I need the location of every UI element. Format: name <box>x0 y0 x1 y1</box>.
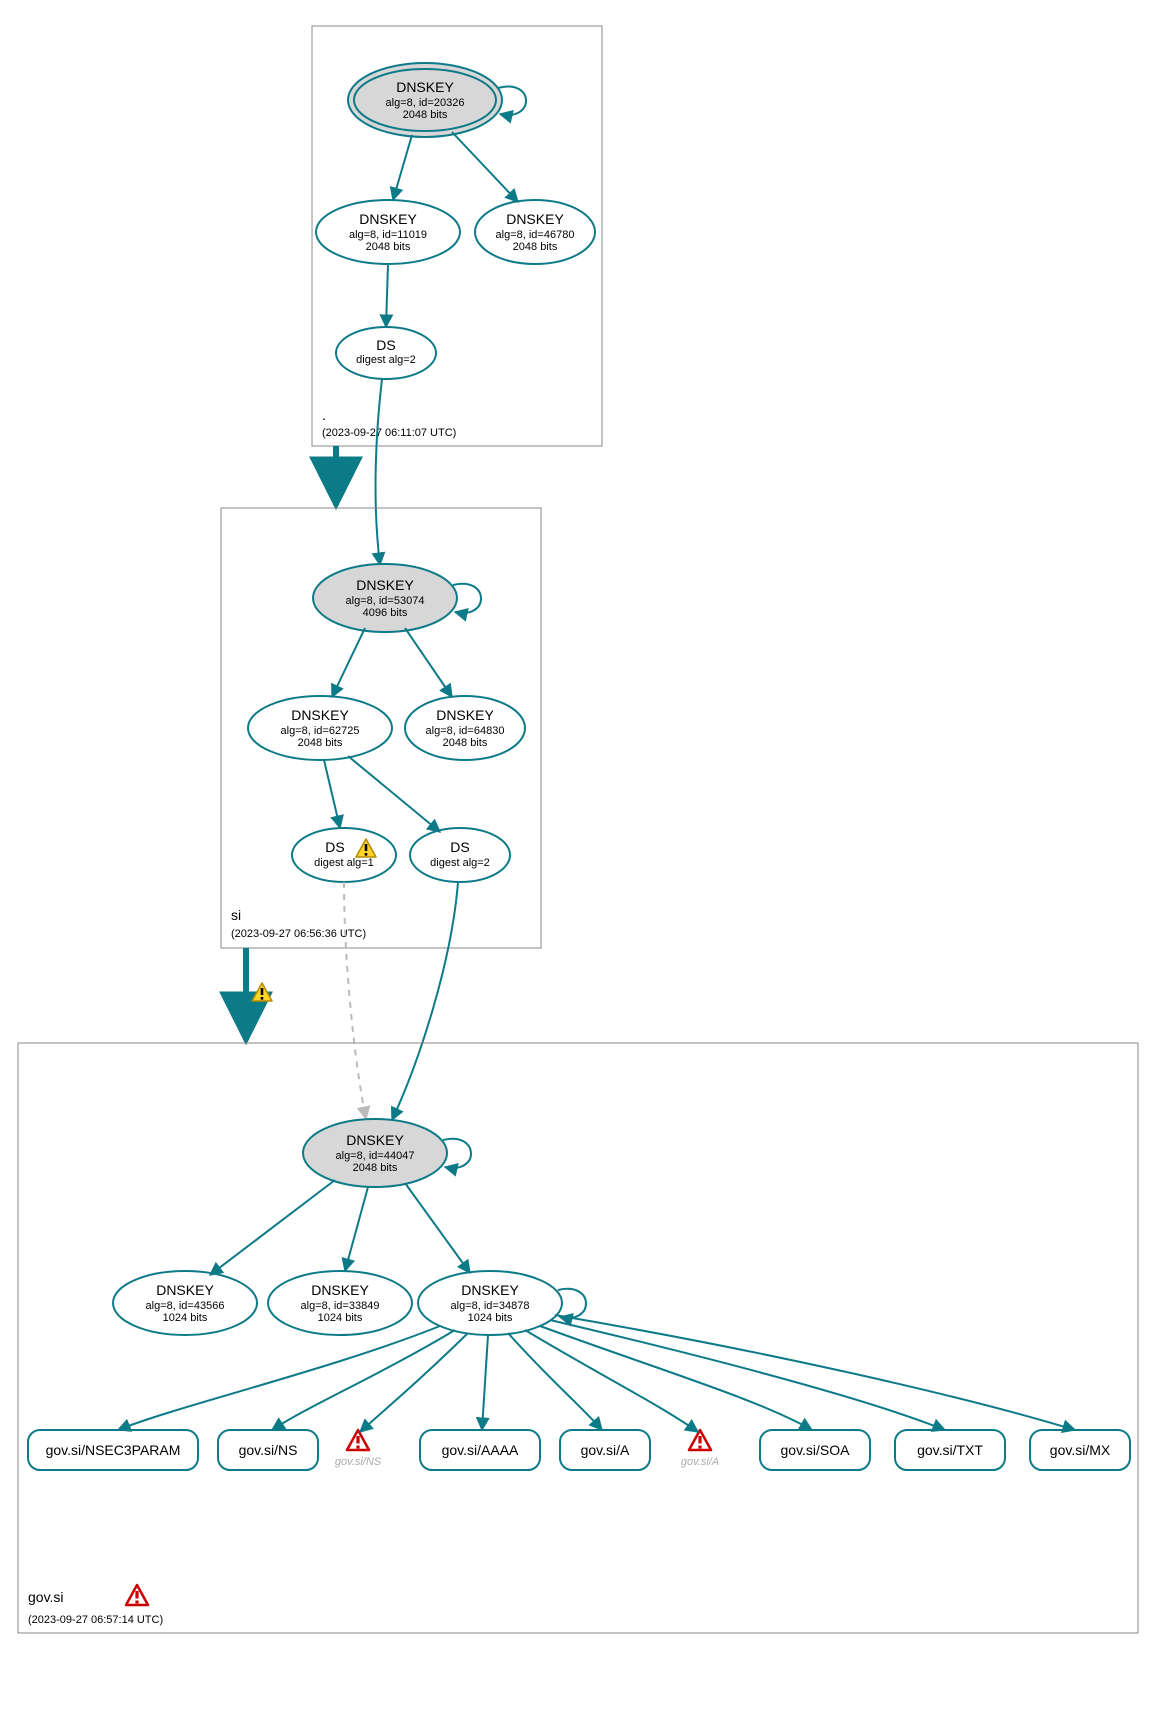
svg-text:DNSKEY: DNSKEY <box>436 707 494 723</box>
svg-text:gov.si/NSEC3PARAM: gov.si/NSEC3PARAM <box>46 1442 181 1458</box>
svg-text:alg=8, id=20326: alg=8, id=20326 <box>386 97 465 109</box>
svg-text:gov.si/A: gov.si/A <box>581 1442 630 1458</box>
svg-text:gov.si/AAAA: gov.si/AAAA <box>442 1442 519 1458</box>
svg-text:alg=8, id=62725: alg=8, id=62725 <box>281 725 360 737</box>
error-icon <box>689 1430 711 1450</box>
edge-govksk-z3 <box>405 1183 470 1273</box>
svg-text:gov.si/NS: gov.si/NS <box>335 1456 382 1468</box>
edge-ds1-broken <box>344 882 366 1119</box>
node-si-zsk2[interactable]: DNSKEY alg=8, id=64830 2048 bits <box>405 696 525 760</box>
edge-ds-to-si-ksk <box>376 379 382 565</box>
svg-text:DNSKEY: DNSKEY <box>461 1282 519 1298</box>
svg-text:DNSKEY: DNSKEY <box>346 1132 404 1148</box>
svg-text:DNSKEY: DNSKEY <box>311 1282 369 1298</box>
edge-sizsk1-ds2 <box>348 756 440 832</box>
svg-text:2048 bits: 2048 bits <box>366 241 411 253</box>
svg-text:alg=8, id=43566: alg=8, id=43566 <box>146 1300 225 1312</box>
svg-text:gov.si/A: gov.si/A <box>681 1456 719 1468</box>
svg-text:DS: DS <box>450 839 469 855</box>
zone-si: si (2023-09-27 06:56:36 UTC) DNSKEY alg=… <box>221 508 541 948</box>
node-gov-ksk[interactable]: DNSKEY alg=8, id=44047 2048 bits <box>303 1119 447 1187</box>
svg-text:alg=8, id=46780: alg=8, id=46780 <box>496 229 575 241</box>
node-si-ds2[interactable]: DS digest alg=2 <box>410 828 510 882</box>
zone-root-name: . <box>322 407 326 423</box>
edge-rootksk-zsk2 <box>452 132 518 202</box>
svg-text:1024 bits: 1024 bits <box>163 1312 208 1324</box>
edge-siksk-zsk1 <box>332 628 365 697</box>
svg-text:2048 bits: 2048 bits <box>513 241 558 253</box>
svg-text:alg=8, id=44047: alg=8, id=44047 <box>336 1150 415 1162</box>
rr-ns[interactable]: gov.si/NS <box>218 1430 318 1470</box>
zone-root: . (2023-09-27 06:11:07 UTC) DNSKEY alg=8… <box>312 26 602 446</box>
rr-aaaa[interactable]: gov.si/AAAA <box>420 1430 540 1470</box>
edge-govksk-z1 <box>210 1180 335 1275</box>
svg-text:gov.si/SOA: gov.si/SOA <box>781 1442 851 1458</box>
edge-rootksk-zsk1 <box>393 135 412 200</box>
error-icon <box>126 1585 148 1605</box>
zone-si-name: si <box>231 907 241 923</box>
svg-text:alg=8, id=11019: alg=8, id=11019 <box>349 229 427 241</box>
svg-text:alg=8, id=33849: alg=8, id=33849 <box>301 1300 380 1312</box>
svg-text:1024 bits: 1024 bits <box>318 1312 363 1324</box>
svg-text:DS: DS <box>325 839 344 855</box>
svg-text:1024 bits: 1024 bits <box>468 1312 513 1324</box>
zone-gov-name: gov.si <box>28 1589 64 1605</box>
svg-text:2048 bits: 2048 bits <box>443 737 488 749</box>
rr-txt[interactable]: gov.si/TXT <box>895 1430 1005 1470</box>
svg-text:DNSKEY: DNSKEY <box>356 577 414 593</box>
edge-ds2-to-govksk <box>392 882 458 1120</box>
svg-text:alg=8, id=64830: alg=8, id=64830 <box>426 725 505 737</box>
edge-zsk1-ds <box>386 264 388 327</box>
svg-text:DNSKEY: DNSKEY <box>291 707 349 723</box>
node-root-zsk2[interactable]: DNSKEY alg=8, id=46780 2048 bits <box>475 200 595 264</box>
svg-text:digest alg=1: digest alg=1 <box>314 857 374 869</box>
node-si-ds1[interactable]: DS digest alg=1 <box>292 828 396 882</box>
svg-text:gov.si/MX: gov.si/MX <box>1050 1442 1111 1458</box>
node-si-zsk1[interactable]: DNSKEY alg=8, id=62725 2048 bits <box>248 696 392 760</box>
edge-govksk-z2 <box>345 1187 368 1271</box>
edge-sizsk1-ds1 <box>324 760 340 828</box>
svg-text:DNSKEY: DNSKEY <box>156 1282 214 1298</box>
svg-text:2048 bits: 2048 bits <box>403 109 448 121</box>
svg-text:DNSKEY: DNSKEY <box>359 211 417 227</box>
zone-root-ts: (2023-09-27 06:11:07 UTC) <box>322 427 456 439</box>
node-si-ksk[interactable]: DNSKEY alg=8, id=53074 4096 bits <box>313 564 457 632</box>
svg-text:digest alg=2: digest alg=2 <box>356 354 416 366</box>
zone-gov: gov.si (2023-09-27 06:57:14 UTC) DNSKEY … <box>18 1043 1138 1633</box>
rr-soa[interactable]: gov.si/SOA <box>760 1430 870 1470</box>
svg-text:digest alg=2: digest alg=2 <box>430 857 490 869</box>
svg-text:4096 bits: 4096 bits <box>363 607 408 619</box>
neg-ns[interactable]: gov.si/NS <box>335 1430 382 1468</box>
node-gov-zsk2[interactable]: DNSKEY alg=8, id=33849 1024 bits <box>268 1271 412 1335</box>
edge-siksk-zsk2 <box>405 628 452 697</box>
svg-text:2048 bits: 2048 bits <box>353 1162 398 1174</box>
zone-gov-ts: (2023-09-27 06:57:14 UTC) <box>28 1614 163 1626</box>
rr-mx[interactable]: gov.si/MX <box>1030 1430 1130 1470</box>
svg-text:2048 bits: 2048 bits <box>298 737 343 749</box>
node-gov-zsk1[interactable]: DNSKEY alg=8, id=43566 1024 bits <box>113 1271 257 1335</box>
warning-icon <box>252 983 272 1001</box>
rr-a[interactable]: gov.si/A <box>560 1430 650 1470</box>
error-icon <box>347 1430 369 1450</box>
svg-text:gov.si/TXT: gov.si/TXT <box>917 1442 983 1458</box>
node-root-ds[interactable]: DS digest alg=2 <box>336 327 436 379</box>
svg-text:DNSKEY: DNSKEY <box>396 79 454 95</box>
neg-a[interactable]: gov.si/A <box>681 1430 719 1468</box>
svg-text:alg=8, id=34878: alg=8, id=34878 <box>451 1300 530 1312</box>
node-root-ksk[interactable]: DNSKEY alg=8, id=20326 2048 bits <box>348 63 502 137</box>
svg-text:gov.si/NS: gov.si/NS <box>239 1442 298 1458</box>
svg-text:DS: DS <box>376 337 395 353</box>
node-root-zsk1[interactable]: DNSKEY alg=8, id=11019 2048 bits <box>316 200 460 264</box>
svg-text:alg=8, id=53074: alg=8, id=53074 <box>346 595 425 607</box>
rr-nsec3param[interactable]: gov.si/NSEC3PARAM <box>28 1430 198 1470</box>
svg-text:DNSKEY: DNSKEY <box>506 211 564 227</box>
